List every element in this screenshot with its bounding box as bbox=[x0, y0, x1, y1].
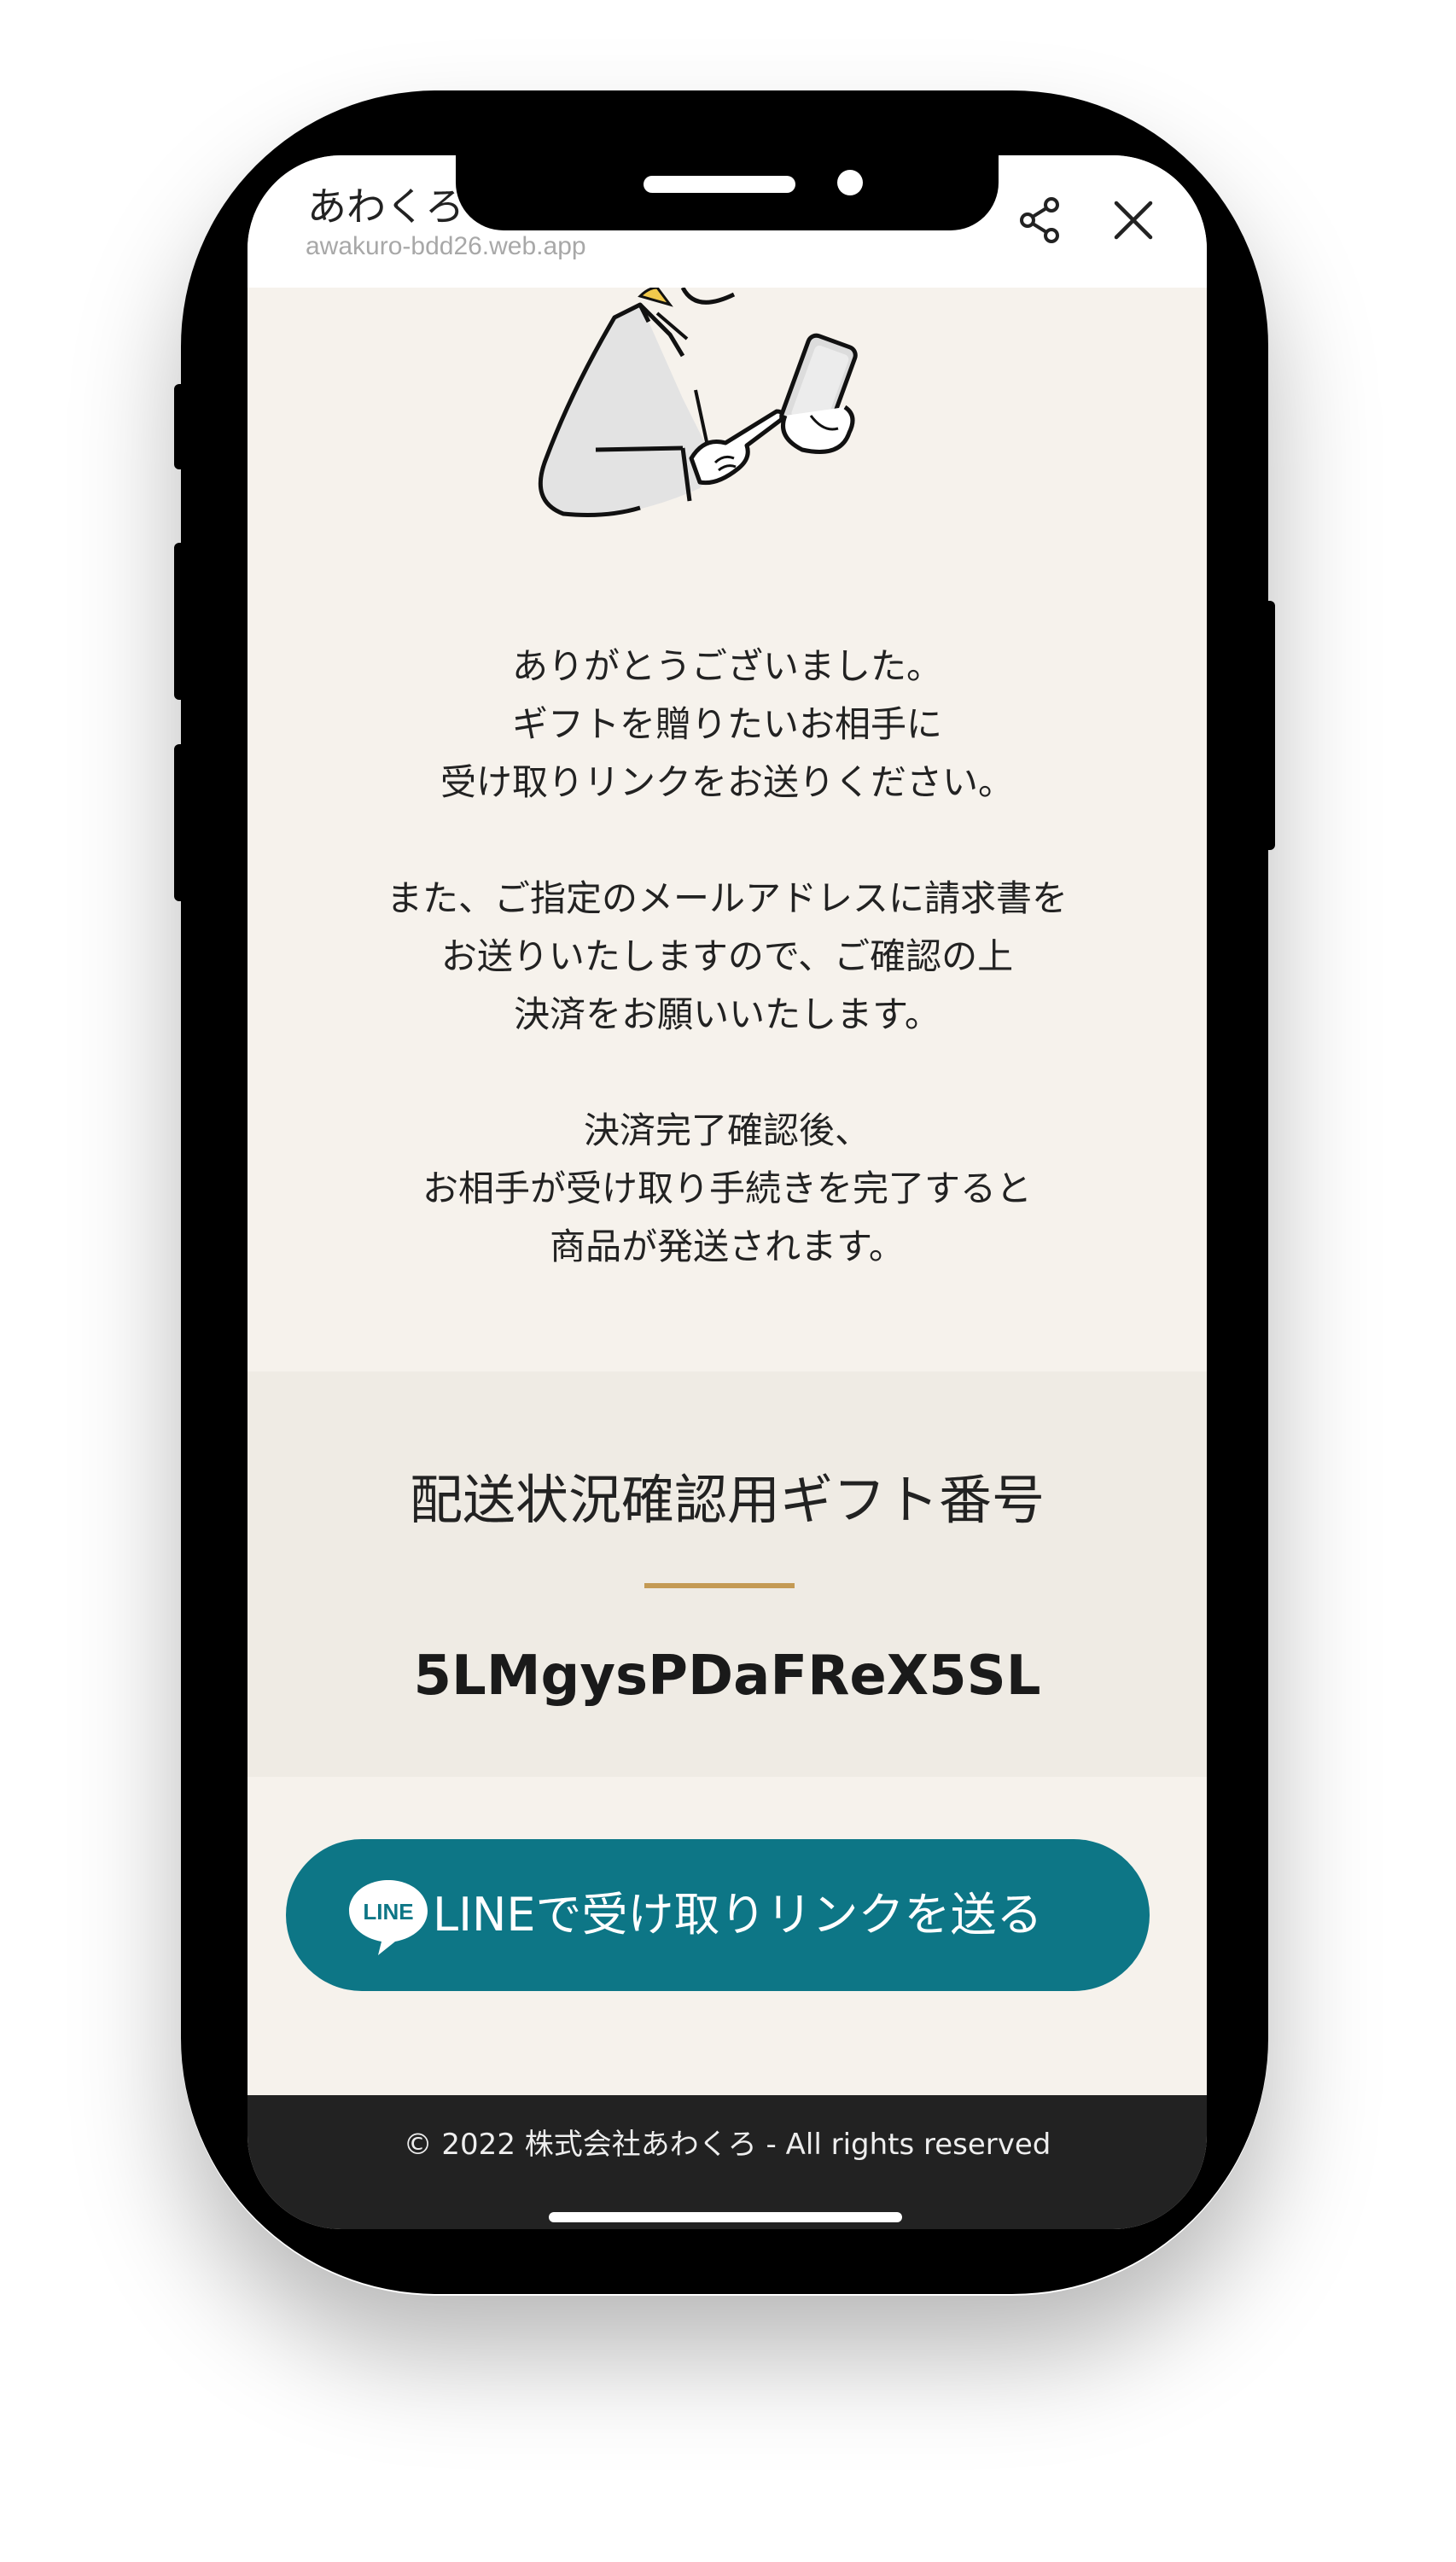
gift-number-title: 配送状況確認用ギフト番号 bbox=[409, 1469, 1045, 1531]
speaker bbox=[644, 176, 795, 193]
person-with-smartphone-illustration bbox=[538, 288, 858, 517]
silent-switch bbox=[174, 384, 186, 469]
share-icon bbox=[1020, 197, 1059, 243]
site-url: awakuro-bdd26.web.app bbox=[306, 232, 586, 260]
home-indicator[interactable] bbox=[549, 2212, 902, 2222]
message-paragraph-2: また、ご指定のメールアドレスに請求書を お送りいたしますので、ご確認の上 決済を… bbox=[248, 870, 1207, 1044]
screen: あわくろ awakuro-bdd26.web.app ありがとうございました。 … bbox=[248, 155, 1207, 2229]
power-button bbox=[1263, 601, 1275, 850]
message-paragraph-3: 決済完了確認後、 お相手が受け取り手続きを完了すると 商品が発送されます。 bbox=[248, 1102, 1207, 1276]
close-icon bbox=[1114, 201, 1153, 240]
notch bbox=[456, 155, 999, 230]
message-line: 商品が発送されます。 bbox=[550, 1226, 905, 1267]
share-button[interactable] bbox=[1016, 195, 1067, 246]
footer: © 2022 株式会社あわくろ - All rights reserved bbox=[248, 2095, 1207, 2195]
message-line: ギフトを贈りたいお相手に bbox=[511, 703, 942, 745]
gift-number-code: 5LMgysPDaFReX5SL bbox=[413, 1645, 1041, 1708]
message-paragraph-1: ありがとうございました。 ギフトを贈りたいお相手に 受け取りリンクをお送りくださ… bbox=[248, 638, 1207, 812]
send-line-link-button[interactable]: LINE LINEで受け取りリンクを送る bbox=[286, 1839, 1150, 1991]
gift-number-divider bbox=[644, 1583, 795, 1588]
thank-you-message: ありがとうございました。 ギフトを贈りたいお相手に 受け取りリンクをお送りくださ… bbox=[248, 638, 1207, 1334]
site-title: あわくろ bbox=[307, 183, 464, 230]
volume-down-button bbox=[174, 744, 186, 901]
camera bbox=[837, 170, 863, 195]
message-line: 受け取りリンクをお送りください。 bbox=[440, 761, 1014, 803]
copyright-text: © 2022 株式会社あわくろ - All rights reserved bbox=[403, 2128, 1051, 2162]
message-line: 決済完了確認後、 bbox=[583, 1109, 871, 1151]
line-logo-icon: LINE bbox=[349, 1880, 428, 1955]
message-line: お送りいたしますので、ご確認の上 bbox=[440, 935, 1014, 977]
message-line: 決済をお願いいたします。 bbox=[514, 993, 941, 1035]
line-logo-text: LINE bbox=[363, 1899, 413, 1924]
message-line: ありがとうございました。 bbox=[511, 645, 942, 687]
gift-number-section: 配送状況確認用ギフト番号 5LMgysPDaFReX5SL bbox=[248, 1371, 1207, 1777]
volume-up-button bbox=[174, 543, 186, 700]
message-line: また、ご指定のメールアドレスに請求書を bbox=[386, 877, 1068, 919]
message-line: お相手が受け取り手続きを完了すると bbox=[422, 1167, 1032, 1209]
send-line-link-label: LINEで受け取りリンクを送る bbox=[433, 1888, 1043, 1942]
close-button[interactable] bbox=[1108, 195, 1159, 246]
